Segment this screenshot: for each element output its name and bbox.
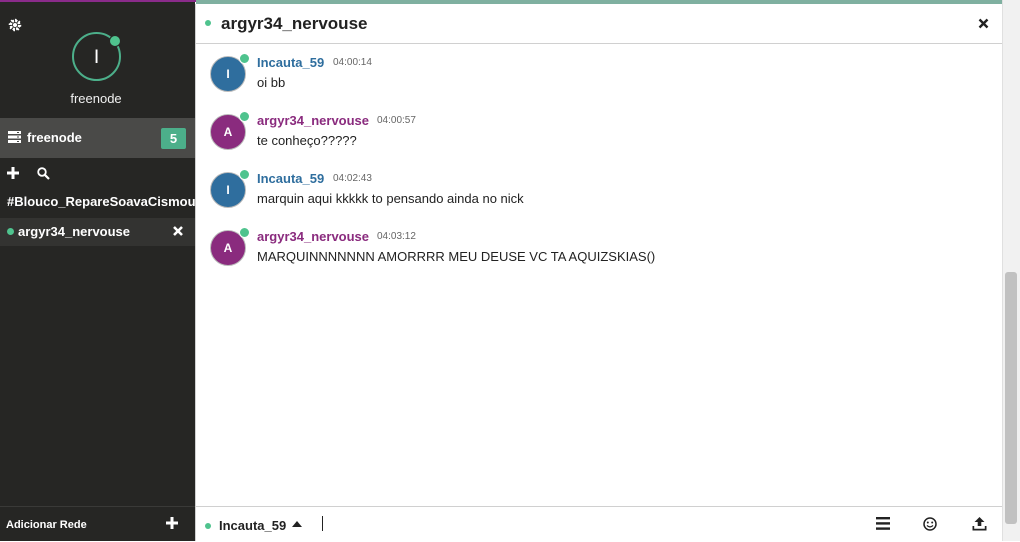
message-nick[interactable]: argyr34_nervouse	[257, 229, 369, 244]
avatar-letter: I	[226, 183, 230, 197]
message-input[interactable]	[322, 516, 323, 531]
upload-icon[interactable]	[972, 517, 987, 531]
add-network-icon[interactable]	[166, 517, 178, 529]
avatar-letter: A	[223, 125, 233, 139]
sidebar: I freenode freenode 5 #Blouco_RepareSoav…	[0, 2, 195, 541]
message-item: I Incauta_59 04:00:14 oi bb	[196, 53, 1002, 108]
message-time: 04:02:43	[333, 173, 372, 184]
online-status-dot	[205, 523, 211, 529]
network-name: freenode	[70, 91, 122, 106]
server-icon	[8, 131, 21, 143]
query-label: argyr34_nervouse	[18, 224, 131, 239]
avatar-letter: A	[223, 241, 233, 255]
caret-up-icon[interactable]	[292, 521, 302, 527]
search-icon[interactable]	[37, 167, 50, 180]
close-query-icon[interactable]	[172, 225, 184, 237]
add-channel-icon[interactable]	[7, 167, 19, 179]
sidebar-item-query[interactable]: argyr34_nervouse	[0, 218, 195, 246]
message-text: MARQUINNNNNNN AMORRRR MEU DEUSE VC TA AQ…	[257, 249, 656, 264]
avatar[interactable]: A	[210, 111, 250, 150]
user-avatar[interactable]: I	[72, 32, 121, 81]
message-item: A argyr34_nervouse 04:00:57 te conheço??…	[196, 111, 1002, 166]
avatar[interactable]: I	[210, 53, 250, 92]
message-item: A argyr34_nervouse 04:03:12 MARQUINNNNNN…	[196, 227, 1002, 282]
sidebar-item-channel[interactable]: #Blouco_RepareSoavaCismou	[7, 194, 195, 209]
input-bar: Incauta_59	[196, 506, 1002, 542]
unread-badge: 5	[161, 128, 186, 149]
add-network-bar[interactable]: Adicionar Rede	[0, 506, 195, 542]
message-time: 04:03:12	[377, 231, 416, 242]
message-nick[interactable]: Incauta_59	[257, 55, 324, 70]
chat-title: argyr34_nervouse	[221, 14, 368, 33]
online-status-dot	[109, 35, 121, 47]
online-status-dot	[239, 53, 250, 64]
message-text: oi bb	[257, 75, 286, 90]
message-time: 04:00:57	[377, 115, 416, 126]
gear-icon[interactable]	[7, 17, 23, 33]
menu-icon[interactable]	[876, 517, 890, 530]
avatar-letter: I	[226, 67, 230, 81]
online-status-dot	[239, 169, 250, 180]
avatar-letter: I	[93, 45, 100, 68]
online-status-dot	[205, 20, 211, 26]
nick-selector[interactable]: Incauta_59	[219, 518, 286, 533]
message-time: 04:00:14	[333, 57, 372, 68]
message-item: I Incauta_59 04:02:43 marquin aqui kkkkk…	[196, 169, 1002, 224]
message-nick[interactable]: Incauta_59	[257, 171, 324, 186]
chat-header: argyr34_nervouse	[196, 4, 1002, 44]
message-nick[interactable]: argyr34_nervouse	[257, 113, 369, 128]
online-status-dot	[239, 227, 250, 238]
scrollbar[interactable]	[1002, 0, 1020, 541]
close-icon[interactable]	[978, 18, 989, 29]
online-status-dot	[7, 228, 14, 235]
scrollbar-thumb[interactable]	[1005, 272, 1017, 524]
avatar[interactable]: I	[210, 169, 250, 208]
avatar[interactable]: A	[210, 227, 250, 266]
message-text: marquin aqui kkkkk to pensando ainda no …	[257, 191, 524, 206]
network-label: freenode	[27, 130, 82, 145]
message-text: te conheço?????	[257, 133, 357, 148]
emoji-icon[interactable]	[923, 517, 937, 531]
online-status-dot	[239, 111, 250, 122]
sidebar-item-freenode[interactable]: freenode 5	[0, 118, 195, 158]
add-network-label: Adicionar Rede	[6, 519, 87, 531]
